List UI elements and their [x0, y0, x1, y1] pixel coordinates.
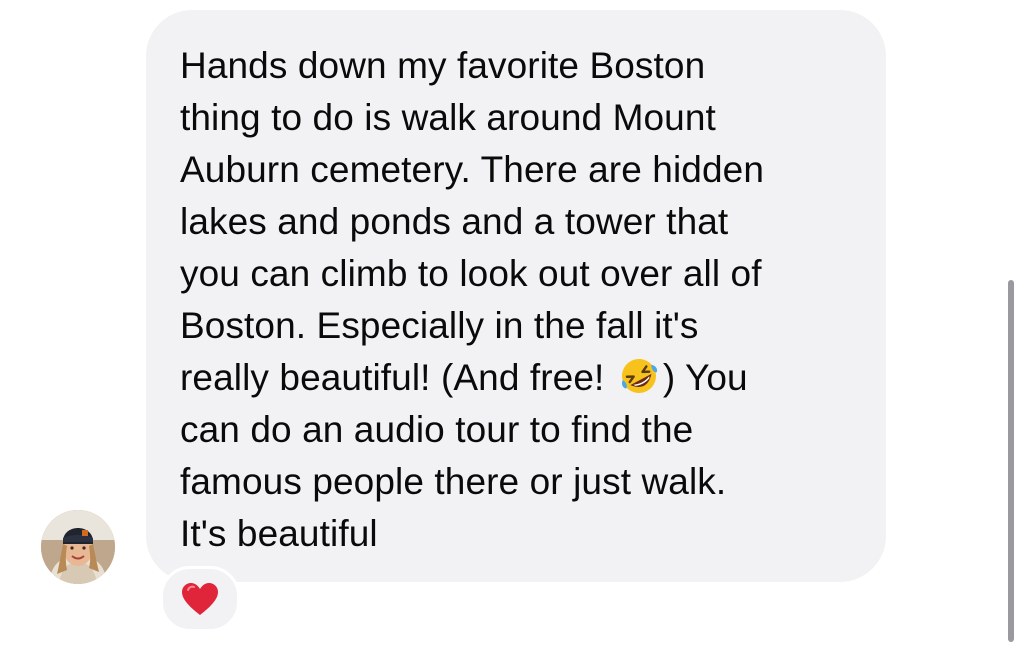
message-line-part: ) You	[662, 357, 748, 398]
message-line: Hands down my favorite Boston	[180, 45, 706, 86]
message-line: It's beautiful	[180, 513, 378, 554]
message-line-part: really beautiful! (And free!	[180, 357, 605, 398]
message-line: lakes and ponds and a tower that	[180, 201, 729, 242]
avatar-photo	[41, 510, 115, 584]
message-line: thing to do is walk around Mount	[180, 97, 716, 138]
sender-avatar[interactable]	[41, 510, 115, 584]
message-line: Auburn cemetery. There are hidden	[180, 149, 764, 190]
chat-screen: Hands down my favorite Boston thing to d…	[0, 0, 1024, 650]
message-line: can do an audio tour to find the	[180, 409, 694, 450]
message-line: famous people there or just walk.	[180, 461, 727, 502]
red-heart-icon	[182, 583, 218, 615]
scrollbar[interactable]	[1008, 280, 1014, 642]
message-line-with-emoji: really beautiful! (And free! ) You	[180, 352, 850, 404]
rolling-on-floor-laughing-emoji-icon	[617, 356, 661, 396]
message-line: Boston. Especially in the fall it's	[180, 305, 699, 346]
heart-reaction[interactable]	[160, 566, 240, 632]
message-text: Hands down my favorite Boston thing to d…	[180, 40, 850, 560]
message-line: you can climb to look out over all of	[180, 253, 762, 294]
message-bubble[interactable]: Hands down my favorite Boston thing to d…	[146, 10, 886, 582]
